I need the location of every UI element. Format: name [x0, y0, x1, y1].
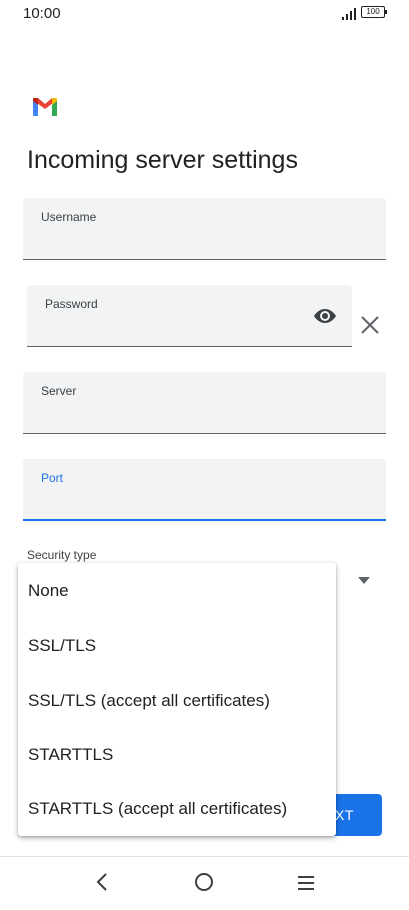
dropdown-arrow-icon[interactable]: [358, 577, 370, 585]
menu-item-starttls-accept-all[interactable]: STARTTLS (accept all certificates): [18, 782, 336, 836]
server-field[interactable]: Server: [23, 372, 386, 434]
port-label: Port: [41, 471, 64, 485]
home-icon[interactable]: [194, 872, 214, 892]
nav-divider: [0, 856, 409, 857]
menu-item-none[interactable]: None: [18, 564, 336, 618]
status-time: 10:00: [23, 5, 61, 22]
signal-icon: [342, 8, 356, 20]
close-icon[interactable]: [359, 314, 381, 336]
back-icon[interactable]: [93, 872, 111, 892]
eye-icon[interactable]: [312, 305, 338, 327]
password-label: Password: [45, 297, 98, 311]
username-label: Username: [41, 210, 97, 224]
page-title: Incoming server settings: [27, 146, 298, 174]
username-field[interactable]: Username: [23, 198, 386, 260]
port-field[interactable]: Port: [23, 459, 386, 521]
menu-item-ssl-tls-accept-all[interactable]: SSL/TLS (accept all certificates): [18, 674, 336, 728]
server-label: Server: [41, 384, 77, 398]
menu-icon[interactable]: [296, 875, 316, 891]
security-type-label: Security type: [27, 548, 97, 562]
status-bar: 10:00 100: [0, 0, 409, 28]
battery-level: 100: [366, 7, 380, 16]
next-button-label: XT: [335, 807, 354, 823]
menu-item-ssl-tls[interactable]: SSL/TLS: [18, 619, 336, 673]
battery-icon: 100: [361, 6, 387, 18]
menu-item-starttls[interactable]: STARTTLS: [18, 728, 336, 782]
password-field[interactable]: Password: [27, 285, 352, 347]
security-type-dropdown-menu: None SSL/TLS SSL/TLS (accept all certifi…: [18, 563, 336, 836]
gmail-logo: [33, 98, 57, 116]
